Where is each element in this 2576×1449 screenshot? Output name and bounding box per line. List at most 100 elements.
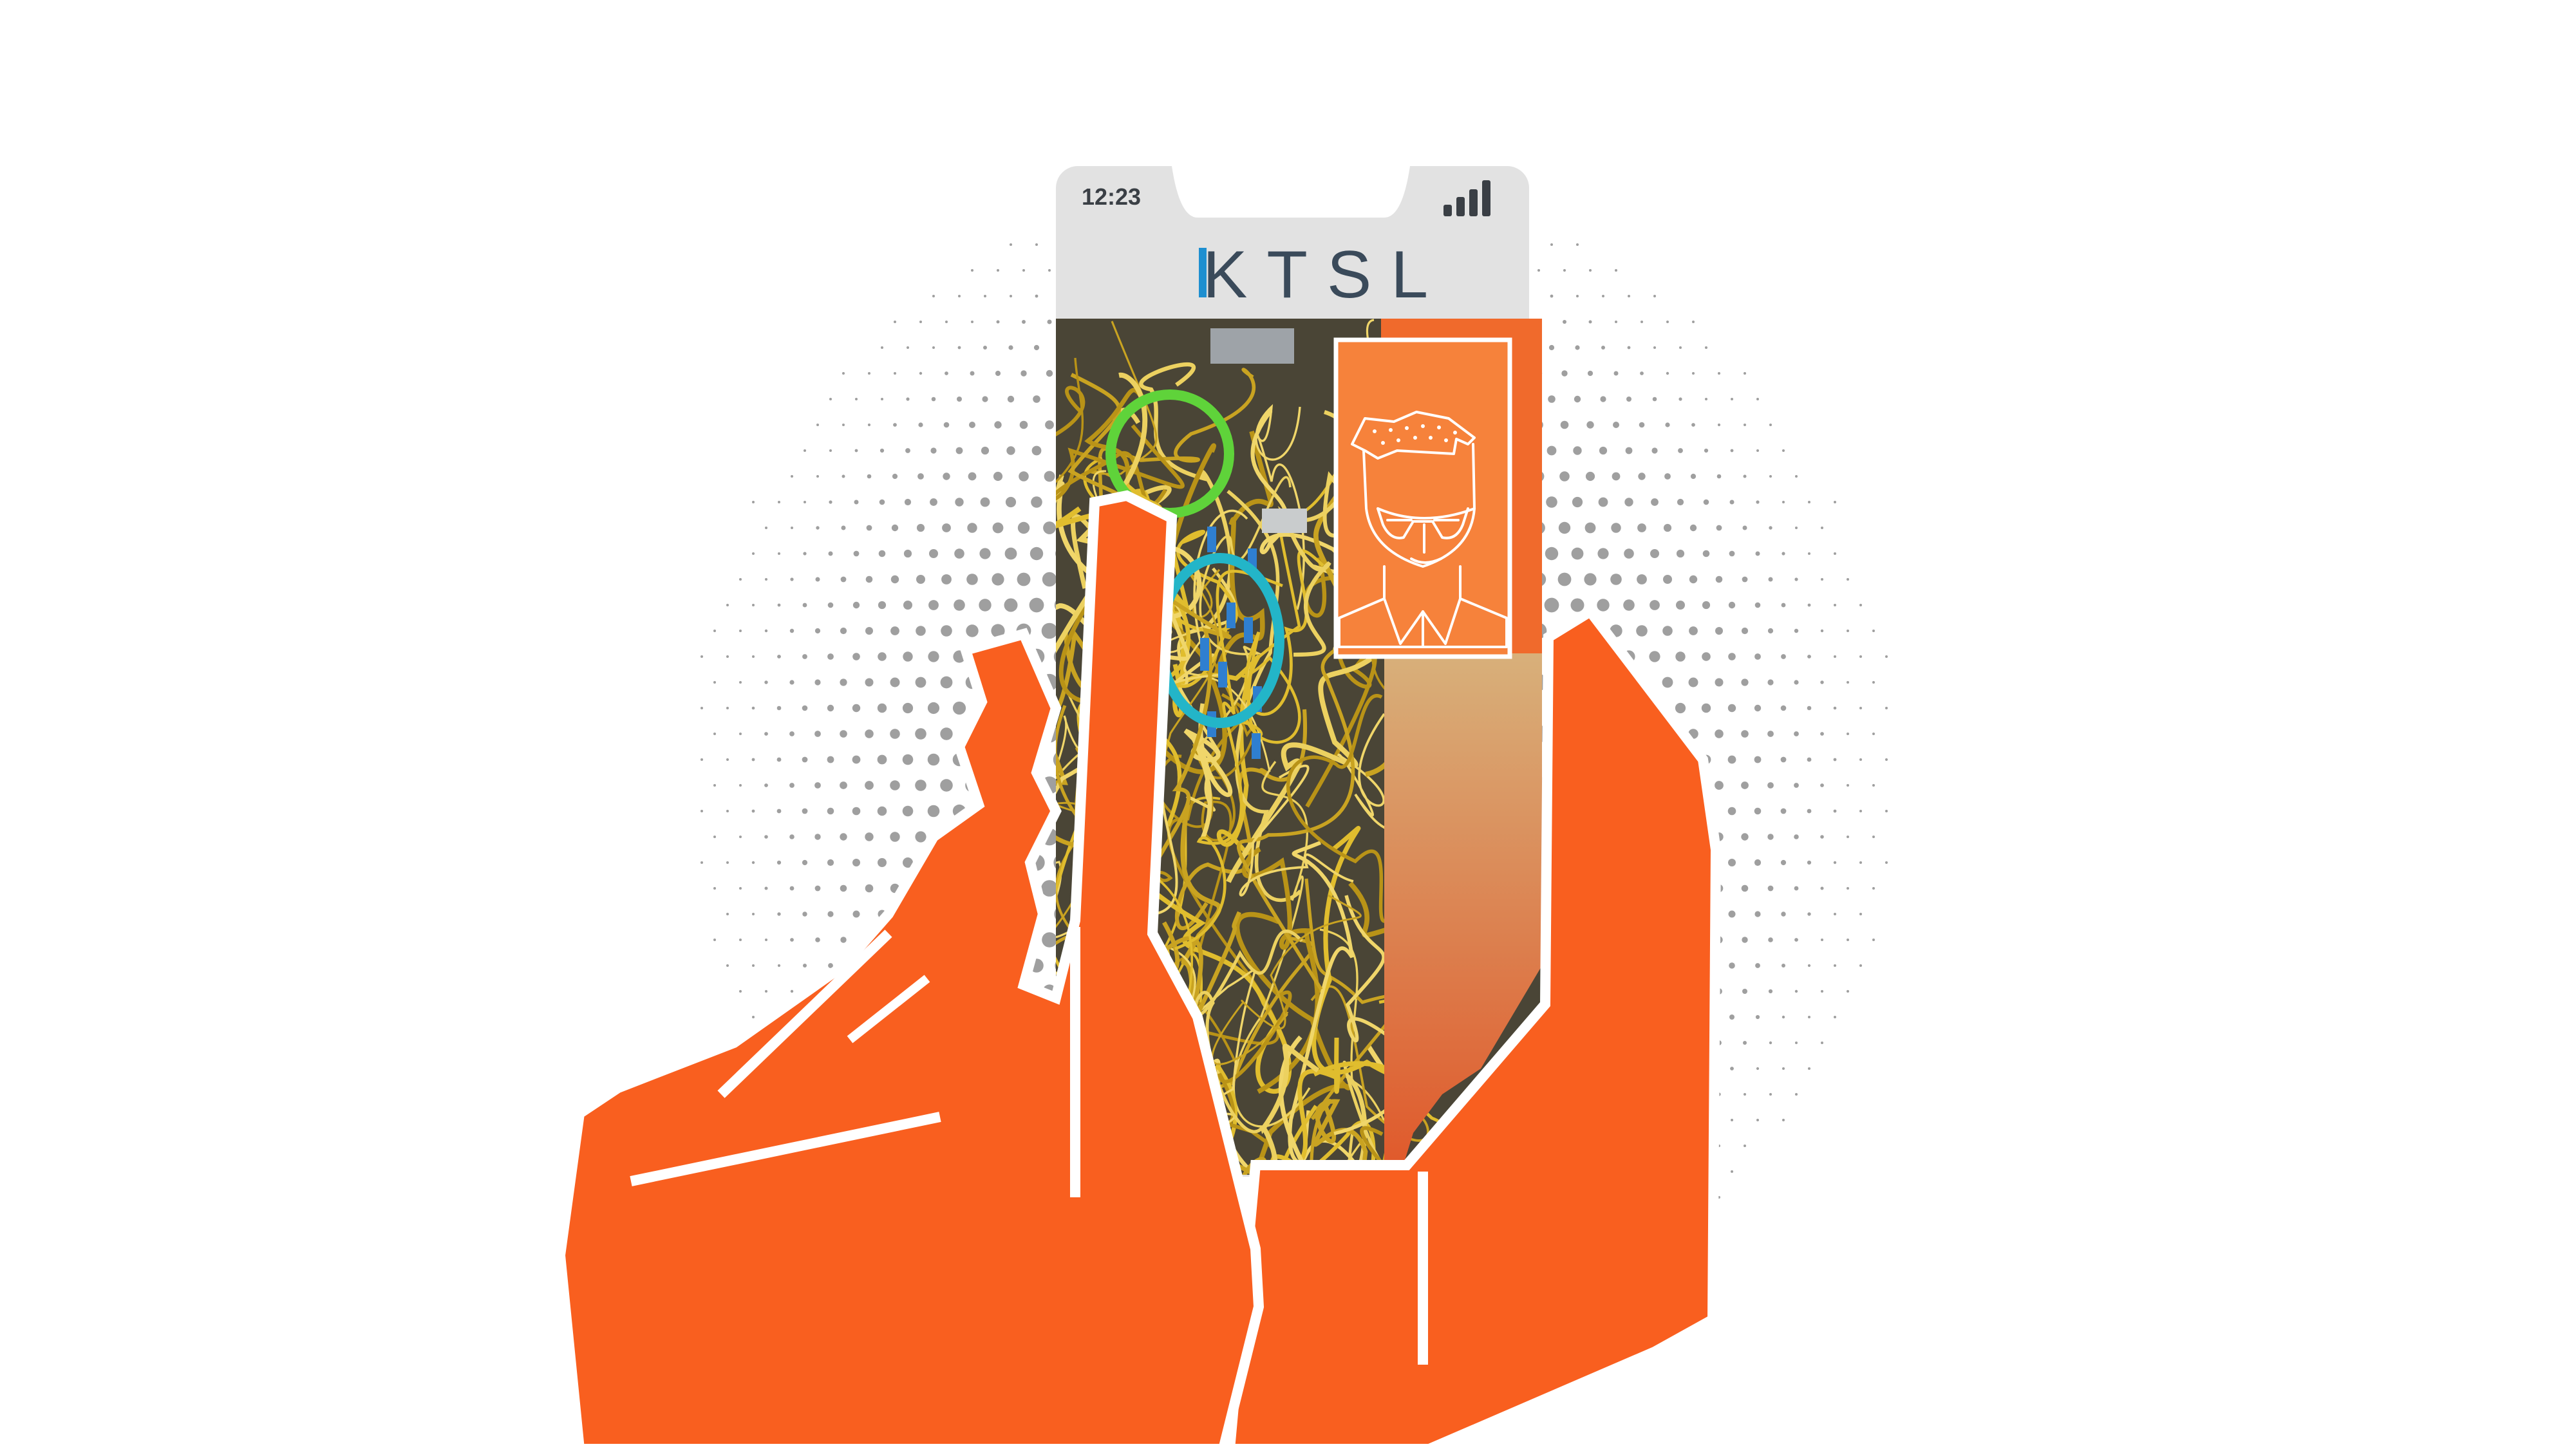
halftone-dot — [1847, 578, 1849, 581]
halftone-dot — [713, 836, 716, 838]
halftone-dot — [1859, 964, 1862, 967]
halftone-dot — [1587, 370, 1594, 377]
halftone-dot — [1795, 527, 1798, 529]
cable-connector — [1218, 662, 1227, 687]
halftone-dot — [1794, 628, 1799, 633]
halftone-dot — [1663, 523, 1672, 532]
halftone-dot — [1042, 932, 1057, 948]
halftone-dot — [1767, 782, 1774, 789]
halftone-dot — [984, 295, 986, 297]
halftone-dot — [854, 449, 858, 453]
halftone-dot — [1834, 655, 1836, 658]
halftone-dot — [1820, 680, 1824, 684]
halftone-dot — [1754, 704, 1762, 712]
halftone-dot — [841, 474, 845, 478]
halftone-dot — [1692, 372, 1695, 375]
halftone-dot — [1545, 547, 1559, 561]
halftone-dot — [1744, 1145, 1746, 1147]
halftone-dot — [1048, 269, 1051, 272]
halftone-dot — [902, 702, 914, 714]
left-hand-pointing — [554, 490, 1264, 1449]
halftone-dot — [865, 832, 874, 841]
halftone-dot — [1597, 548, 1609, 559]
halftone-dot — [868, 372, 870, 375]
halftone-dot — [1718, 372, 1720, 375]
halftone-dot — [739, 578, 742, 581]
halftone-dot — [1559, 471, 1570, 481]
halftone-dot — [852, 859, 860, 866]
halftone-dot — [726, 964, 729, 967]
halftone-dot — [1820, 886, 1824, 890]
halftone-dot — [804, 449, 806, 452]
halftone-dot — [1653, 346, 1656, 349]
halftone-dot — [1834, 1016, 1836, 1018]
halftone-dot — [1859, 604, 1862, 606]
halftone-dot — [739, 784, 742, 787]
halftone-dot — [1834, 604, 1836, 606]
halftone-dot — [726, 655, 729, 658]
halftone-dot — [1794, 989, 1798, 993]
halftone-dot — [1544, 597, 1559, 613]
halftone-dot — [765, 527, 767, 529]
halftone-dot — [1794, 886, 1799, 891]
halftone-dot — [1743, 474, 1747, 478]
halftone-dot — [1885, 707, 1888, 709]
halftone-dot — [852, 653, 860, 660]
halftone-dot — [1741, 884, 1749, 892]
halftone-dot — [1872, 630, 1875, 632]
halftone-dot — [1662, 677, 1673, 688]
halftone-dot — [1872, 681, 1875, 684]
halftone-dot — [726, 810, 729, 812]
halftone-dot — [1847, 681, 1849, 684]
halftone-dot — [1662, 626, 1673, 636]
halftone-dot — [1847, 887, 1849, 890]
halftone-dot — [1035, 294, 1039, 298]
halftone-dot — [1767, 679, 1774, 686]
halftone-dot — [713, 939, 716, 941]
halftone-dot — [1795, 1042, 1798, 1044]
halftone-dot — [1742, 525, 1747, 530]
halftone-dot — [930, 447, 937, 454]
halftone-dot — [1639, 422, 1645, 428]
halftone-dot — [1651, 447, 1658, 454]
halftone-dot — [1576, 295, 1579, 297]
halftone-dot — [700, 707, 703, 709]
halftone-dot — [1689, 626, 1698, 635]
halftone-dot — [1847, 733, 1849, 735]
halftone-dot — [1754, 807, 1762, 815]
halftone-dot — [970, 371, 975, 376]
halftone-dot — [1807, 757, 1812, 762]
halftone-dot — [827, 807, 834, 815]
halftone-dot — [1550, 243, 1553, 246]
halftone-dot — [752, 501, 755, 503]
halftone-dot — [1769, 475, 1772, 478]
halftone-dot — [726, 707, 729, 709]
halftone-dot — [840, 678, 847, 686]
halftone-dot — [905, 448, 910, 453]
halftone-dot — [1872, 939, 1875, 941]
halftone-dot — [764, 835, 768, 839]
halftone-dot — [789, 680, 794, 685]
halftone-dot — [1729, 550, 1735, 557]
halftone-dot — [1741, 730, 1749, 738]
halftone-dot — [1650, 600, 1660, 610]
halftone-dot — [1572, 496, 1583, 508]
halftone-dot — [1033, 395, 1040, 403]
halftone-dot — [1043, 521, 1056, 534]
halftone-dot — [1741, 781, 1749, 789]
halftone-dot — [1703, 499, 1709, 505]
halftone-dot — [1847, 990, 1849, 993]
halftone-dot — [1807, 964, 1811, 968]
halftone-dot — [1756, 500, 1760, 504]
halftone-dot — [1820, 835, 1824, 839]
halftone-dot — [1701, 703, 1711, 713]
halftone-dot — [1729, 500, 1735, 505]
halftone-dot — [894, 372, 896, 375]
halftone-dot — [979, 599, 992, 612]
halftone-dot — [739, 733, 742, 735]
halftone-dot — [802, 859, 808, 866]
halftone-dot — [789, 886, 794, 891]
halftone-dot — [700, 810, 703, 812]
halftone-dot — [1597, 599, 1610, 612]
halftone-dot — [827, 859, 834, 866]
